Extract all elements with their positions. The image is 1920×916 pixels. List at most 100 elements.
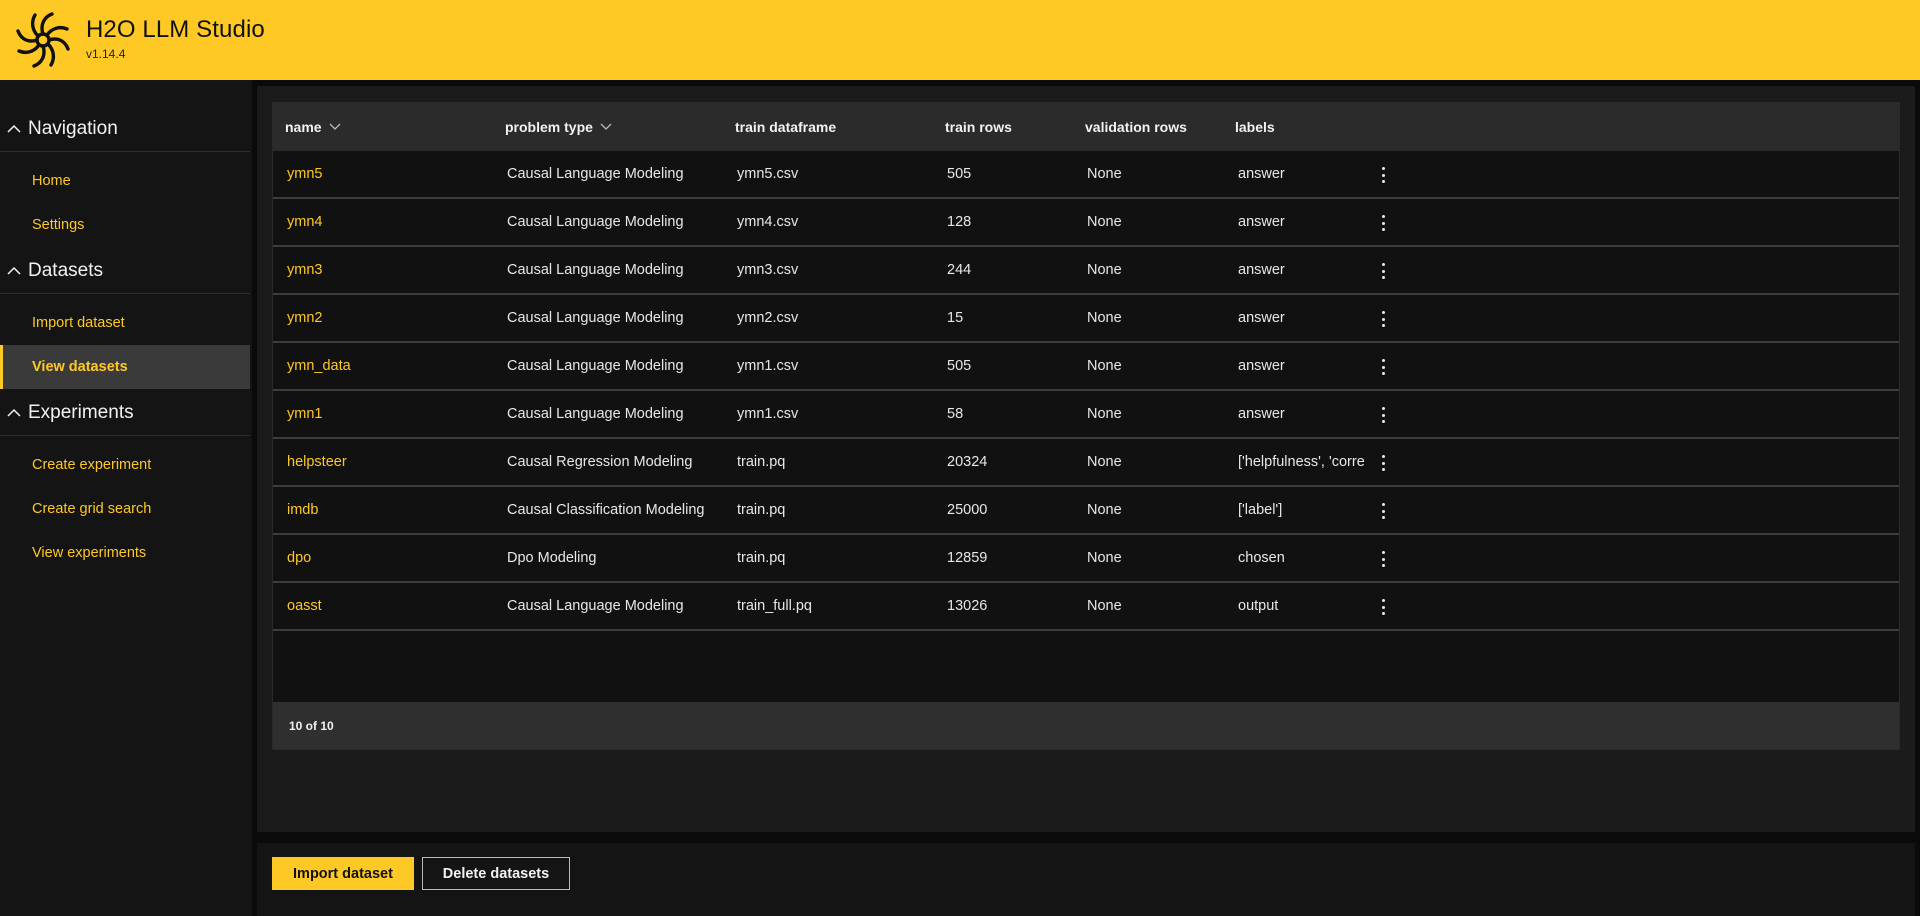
cell-problem-type: Causal Language Modeling	[507, 598, 684, 614]
h2o-logo-icon	[16, 12, 70, 68]
cell-validation-rows: None	[1087, 406, 1122, 422]
table-row[interactable]: helpsteer Causal Regression Modeling train…	[273, 439, 1899, 487]
more-vertical-icon[interactable]	[1373, 452, 1393, 474]
more-vertical-icon[interactable]	[1373, 596, 1393, 618]
cell-validation-rows: None	[1087, 454, 1122, 470]
sidebar-item-settings[interactable]: Settings	[0, 203, 250, 247]
cell-name[interactable]: dpo	[287, 535, 497, 581]
cell-problem-type: Dpo Modeling	[507, 550, 597, 566]
cell-train-dataframe: ymn1.csv	[737, 358, 799, 374]
cell-name[interactable]: ymn1	[287, 391, 497, 437]
column-header-label: problem type	[505, 119, 593, 135]
section-label: Experiments	[28, 402, 134, 423]
sidebar-section-navigation[interactable]: Navigation	[0, 108, 250, 152]
cell-problem-type: Causal Language Modeling	[507, 310, 684, 326]
column-header-label: train dataframe	[735, 119, 837, 135]
sidebar-item-create-experiment[interactable]: Create experiment	[0, 443, 250, 487]
cell-problem-type: Causal Language Modeling	[507, 358, 684, 374]
cell-train-rows: 12859	[947, 550, 988, 566]
sidebar-section-experiments[interactable]: Experiments	[0, 392, 250, 436]
kebab-dot	[1381, 564, 1385, 567]
kebab-dot	[1381, 372, 1385, 375]
table-row[interactable]: imdb Causal Classification Modeling train.…	[273, 487, 1899, 535]
kebab-dot	[1381, 317, 1385, 321]
cell-train-rows: 13026	[947, 598, 988, 614]
kebab-dot	[1381, 407, 1385, 410]
cell-name[interactable]: ymn4	[287, 199, 497, 245]
table-row[interactable]: dpo Dpo Modeling train.pq 12859 None chosen	[273, 535, 1899, 583]
kebab-dot	[1381, 612, 1385, 615]
cell-problem-type: Causal Language Modeling	[507, 214, 684, 230]
cell-labels: answer	[1238, 406, 1285, 422]
kebab-dot	[1381, 221, 1385, 225]
import-dataset-button[interactable]: Import dataset	[272, 857, 414, 890]
cell-validation-rows: None	[1087, 262, 1122, 278]
cell-name[interactable]: helpsteer	[287, 439, 497, 485]
more-vertical-icon[interactable]	[1373, 212, 1393, 234]
sidebar-item-home[interactable]: Home	[0, 159, 250, 203]
kebab-dot	[1381, 413, 1385, 417]
chevron-down-icon	[600, 123, 612, 130]
table-row[interactable]: ymn5 Causal Language Modeling ymn5.csv 505 N…	[273, 151, 1899, 199]
sidebar-item-create-grid-search[interactable]: Create grid search	[0, 487, 250, 531]
sidebar-item-import-dataset[interactable]: Import dataset	[0, 301, 250, 345]
kebab-dot	[1381, 509, 1385, 513]
app-title: H2O LLM Studio	[86, 16, 265, 43]
kebab-dot	[1381, 365, 1385, 369]
cell-train-dataframe: ymn1.csv	[737, 406, 799, 422]
kebab-dot	[1381, 173, 1385, 177]
table-row[interactable]: oasst Causal Language Modeling train_full.…	[273, 583, 1899, 631]
cell-labels: answer	[1238, 358, 1285, 374]
cell-train-dataframe: ymn2.csv	[737, 310, 799, 326]
action-bar: Import dataset Delete datasets	[257, 843, 1915, 916]
cell-problem-type: Causal Classification Modeling	[507, 502, 705, 518]
table-row[interactable]: ymn1 Causal Language Modeling ymn1.csv 58 No…	[273, 391, 1899, 439]
section-label: Navigation	[28, 118, 118, 139]
cell-name[interactable]: oasst	[287, 583, 497, 629]
sidebar-item-view-experiments[interactable]: View experiments	[0, 531, 250, 575]
cell-train-dataframe: train_full.pq	[737, 598, 812, 614]
cell-labels: output	[1238, 598, 1279, 614]
kebab-dot	[1381, 324, 1385, 327]
more-vertical-icon[interactable]	[1373, 260, 1393, 282]
kebab-dot	[1381, 551, 1385, 554]
kebab-dot	[1381, 516, 1385, 519]
column-header-train-dataframe[interactable]: train dataframe	[735, 103, 836, 151]
sidebar-item-view-datasets[interactable]: View datasets	[0, 345, 250, 389]
cell-name[interactable]: ymn5	[287, 151, 497, 197]
cell-name[interactable]: ymn3	[287, 247, 497, 293]
more-vertical-icon[interactable]	[1373, 164, 1393, 186]
cell-validation-rows: None	[1087, 166, 1122, 182]
table-row[interactable]: ymn4 Causal Language Modeling ymn4.csv 128 N…	[273, 199, 1899, 247]
sidebar-section-datasets[interactable]: Datasets	[0, 250, 250, 294]
cell-train-dataframe: train.pq	[737, 454, 786, 470]
cell-problem-type: Causal Regression Modeling	[507, 454, 693, 470]
more-vertical-icon[interactable]	[1373, 548, 1393, 570]
column-header-name[interactable]: name	[285, 103, 341, 151]
table-row[interactable]: ymn_data Causal Language Modeling ymn1.csv…	[273, 343, 1899, 391]
column-header-problem-type[interactable]: problem type	[505, 103, 612, 151]
app-version: v1.14.4	[86, 47, 126, 61]
more-vertical-icon[interactable]	[1373, 356, 1393, 378]
delete-datasets-button[interactable]: Delete datasets	[422, 857, 570, 890]
cell-name[interactable]: ymn2	[287, 295, 497, 341]
column-header-labels[interactable]: labels	[1235, 103, 1275, 151]
kebab-dot	[1381, 599, 1385, 602]
cell-name[interactable]: imdb	[287, 487, 497, 533]
kebab-dot	[1381, 269, 1385, 273]
column-header-train-rows[interactable]: train rows	[945, 103, 1012, 151]
cell-name[interactable]: ymn_data	[287, 343, 497, 389]
more-vertical-icon[interactable]	[1373, 308, 1393, 330]
table-row[interactable]: ymn3 Causal Language Modeling ymn3.csv 244 N…	[273, 247, 1899, 295]
column-header-label: train rows	[945, 119, 1012, 135]
more-vertical-icon[interactable]	[1373, 500, 1393, 522]
table-row[interactable]: ymn2 Causal Language Modeling ymn2.csv 15 No…	[273, 295, 1899, 343]
cell-labels: chosen	[1238, 550, 1285, 566]
more-vertical-icon[interactable]	[1373, 404, 1393, 426]
cell-train-rows: 128	[947, 214, 972, 230]
kebab-dot	[1381, 461, 1385, 465]
app-header: H2O LLM Studio v1.14.4	[0, 0, 1920, 80]
column-header-validation-rows[interactable]: validation rows	[1085, 103, 1187, 151]
cell-train-rows: 505	[947, 166, 972, 182]
cell-train-dataframe: train.pq	[737, 550, 786, 566]
